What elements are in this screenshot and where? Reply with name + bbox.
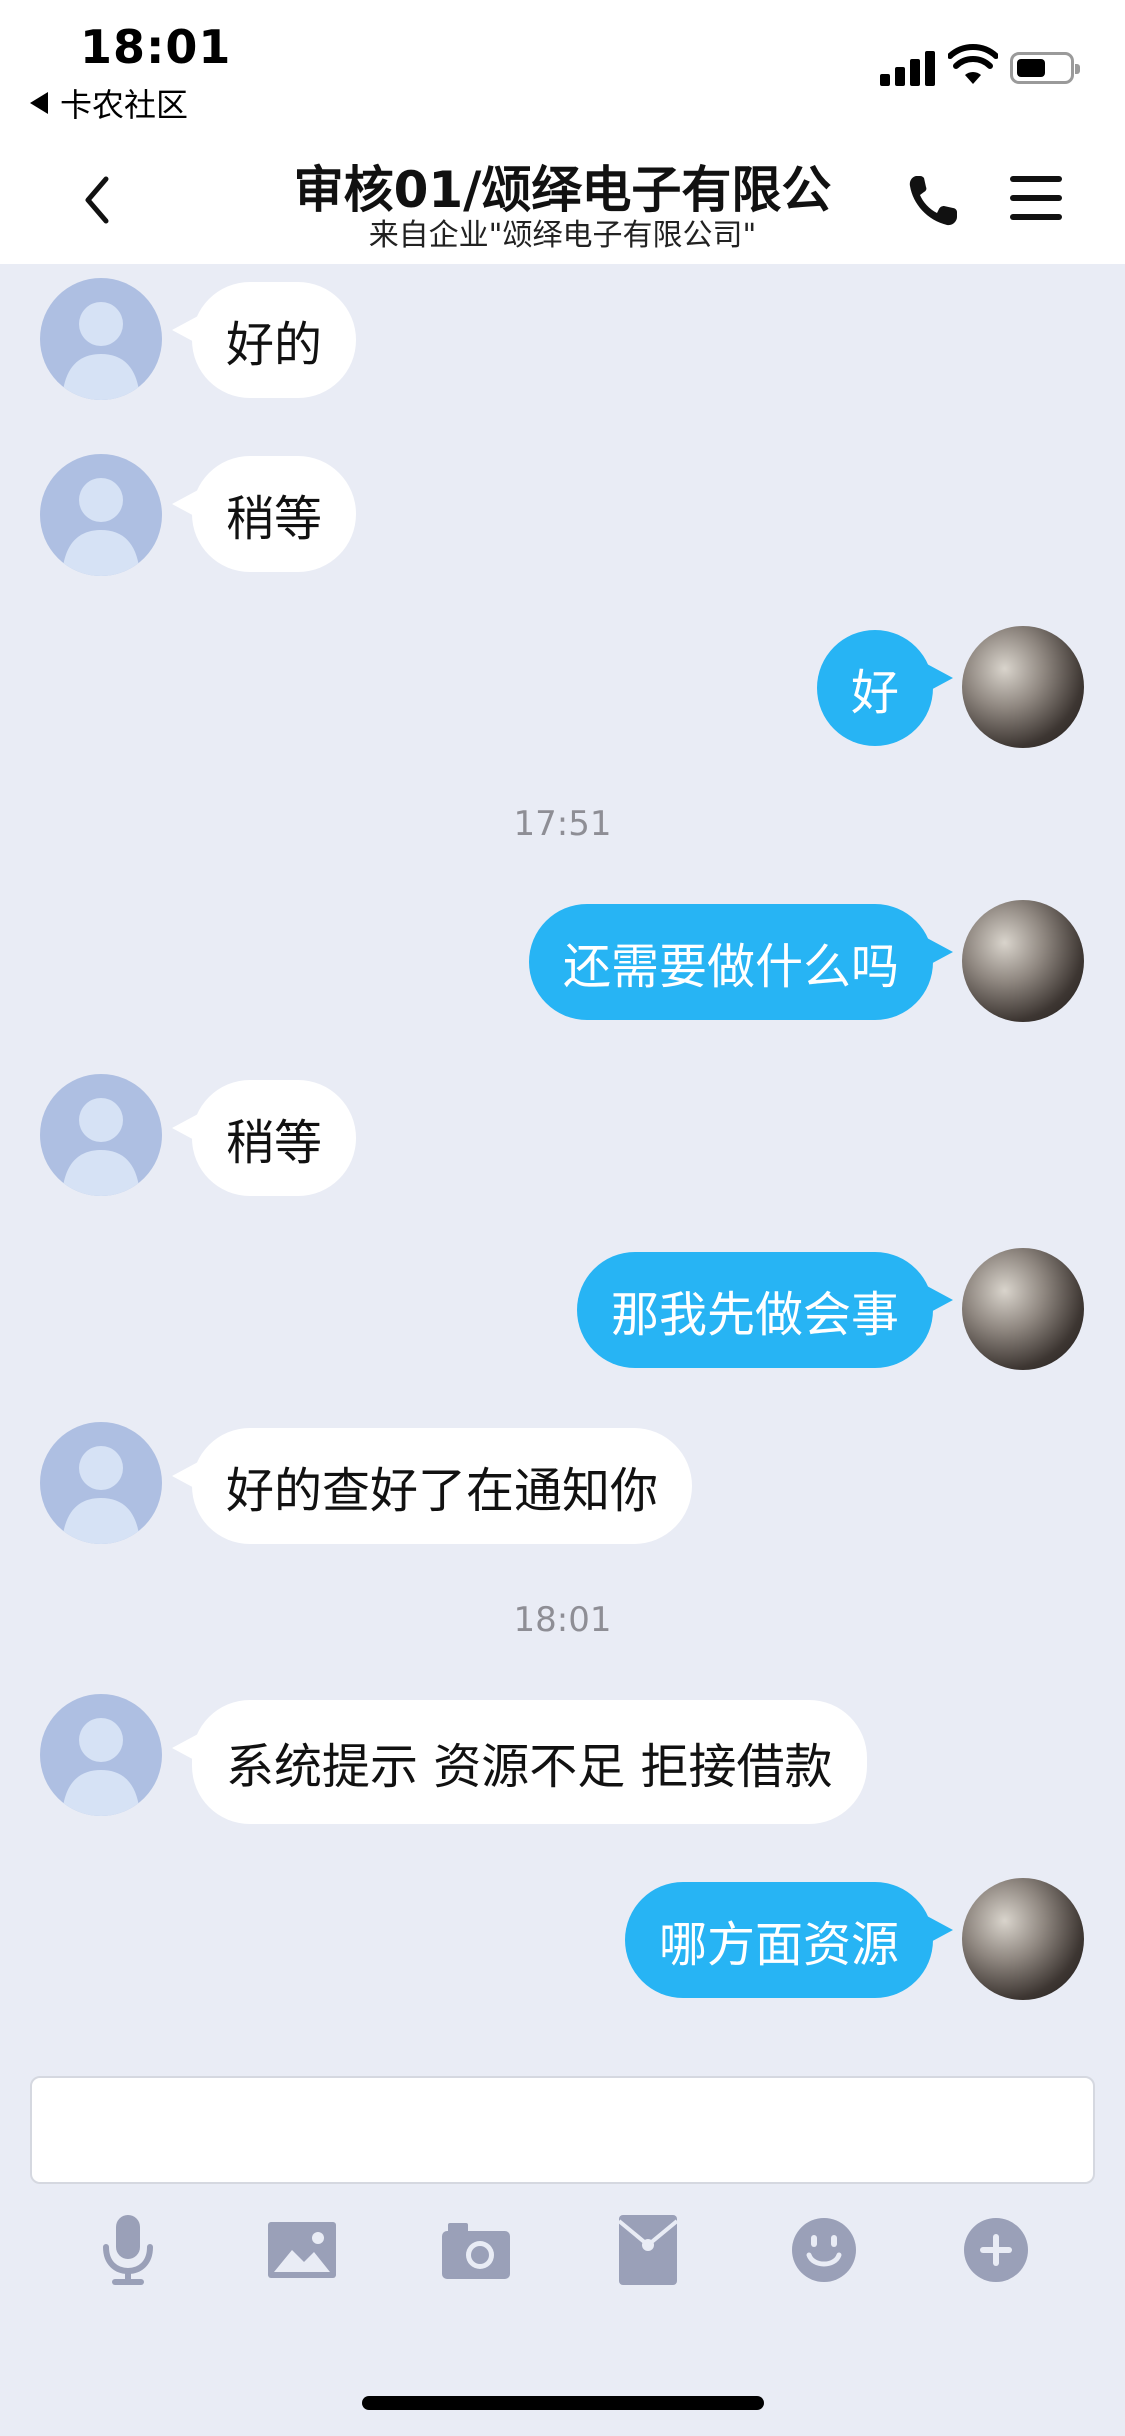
contact-avatar[interactable] <box>40 1694 162 1816</box>
message-list[interactable]: 好的 稍等 好 17:51 还需要做什么吗 稍等 那我先做会事 好的查好了在通知… <box>0 264 1125 2064</box>
incoming-message-bubble[interactable]: 好的查好了在通知你 <box>171 1428 693 1544</box>
chat-header: 审核01/颂绎电子有限公 来自企业"颂绎电子有限公司" <box>0 140 1125 264</box>
microphone-icon <box>103 2215 153 2285</box>
back-to-app-link[interactable]: 卡农社区 <box>30 80 188 126</box>
input-toolbar <box>0 2210 1125 2300</box>
top-bar: 18:01 卡农社区 审核01/颂绎电子有限公 来自企业"颂绎电子有限公司" <box>0 0 1125 264</box>
plus-icon <box>964 2218 1028 2282</box>
emoji-button[interactable] <box>784 2210 864 2290</box>
outgoing-message-bubble[interactable]: 还需要做什么吗 <box>528 904 954 1020</box>
incoming-message-bubble[interactable]: 好的 <box>171 282 357 398</box>
message-timestamp: 17:51 <box>513 804 612 844</box>
voice-button[interactable] <box>88 2210 168 2290</box>
home-indicator[interactable] <box>362 2396 764 2410</box>
incoming-message-bubble[interactable]: 稍等 <box>171 1080 357 1196</box>
camera-icon <box>442 2223 510 2279</box>
back-triangle-icon <box>30 92 48 114</box>
back-app-label: 卡农社区 <box>60 86 189 124</box>
battery-icon <box>1010 52 1080 84</box>
contact-avatar[interactable] <box>40 454 162 576</box>
my-avatar[interactable] <box>962 1248 1084 1370</box>
red-packet-icon <box>619 2215 677 2285</box>
my-avatar[interactable] <box>962 626 1084 748</box>
camera-button[interactable] <box>436 2210 516 2290</box>
menu-icon <box>1010 176 1062 182</box>
status-bar: 18:01 卡农社区 <box>0 0 1125 140</box>
message-timestamp: 18:01 <box>513 1600 612 1640</box>
incoming-message-bubble[interactable]: 系统提示 资源不足 拒接借款 <box>172 1700 867 1824</box>
emoji-icon <box>792 2218 856 2282</box>
menu-button[interactable] <box>1010 172 1066 224</box>
contact-avatar[interactable] <box>40 1422 162 1544</box>
outgoing-message-bubble[interactable]: 好 <box>816 630 954 746</box>
image-icon <box>268 2222 336 2278</box>
contact-avatar[interactable] <box>40 278 162 400</box>
my-avatar[interactable] <box>962 1878 1084 2000</box>
photo-button[interactable] <box>262 2210 342 2290</box>
phone-call-icon[interactable] <box>905 170 961 230</box>
my-avatar[interactable] <box>962 900 1084 1022</box>
more-button[interactable] <box>956 2210 1036 2290</box>
contact-avatar[interactable] <box>40 1074 162 1196</box>
incoming-message-bubble[interactable]: 稍等 <box>171 456 357 572</box>
outgoing-message-bubble[interactable]: 哪方面资源 <box>624 1882 954 1998</box>
wifi-icon <box>948 44 998 84</box>
status-time: 18:01 <box>80 20 232 74</box>
message-input[interactable] <box>30 2076 1095 2184</box>
cellular-signal-icon <box>880 50 936 86</box>
outgoing-message-bubble[interactable]: 那我先做会事 <box>576 1252 954 1368</box>
red-packet-button[interactable] <box>608 2210 688 2290</box>
